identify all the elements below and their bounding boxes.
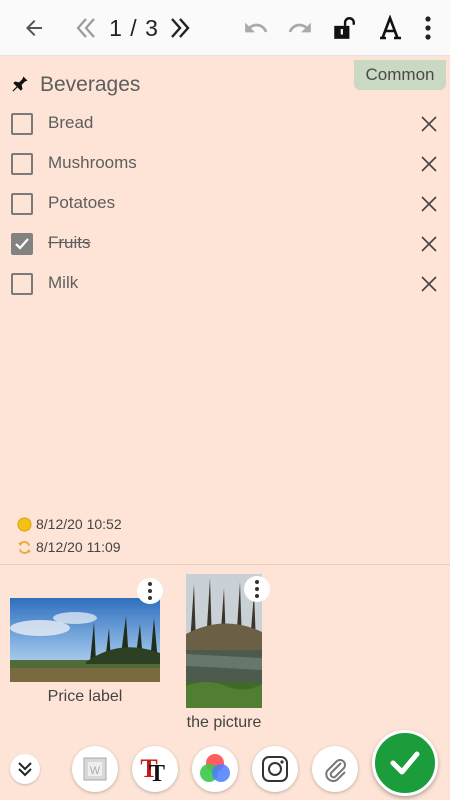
previous-page-button[interactable]	[68, 8, 104, 48]
svg-text:W: W	[90, 765, 101, 777]
item-label[interactable]: Potatoes	[48, 193, 115, 213]
attachment-caption[interactable]: the picture	[170, 714, 278, 732]
checkbox-checked[interactable]	[11, 233, 33, 255]
delete-item-icon[interactable]	[420, 275, 438, 293]
double-chevron-down-icon	[18, 762, 32, 777]
camera-icon	[262, 756, 288, 782]
attachment-menu-button[interactable]	[137, 578, 163, 604]
item-label[interactable]: Milk	[48, 273, 78, 293]
insert-document-button[interactable]: W	[72, 746, 118, 792]
more-vert-icon	[425, 16, 431, 40]
save-button[interactable]	[372, 730, 438, 796]
item-label[interactable]: Bread	[48, 113, 93, 133]
bottom-action-bar: W T T	[0, 730, 450, 800]
more-options-button[interactable]	[414, 8, 442, 48]
attachment-menu-button[interactable]	[244, 576, 270, 602]
paperclip-icon	[325, 759, 346, 783]
top-toolbar: 1 / 3	[0, 0, 450, 56]
delete-item-icon[interactable]	[420, 195, 438, 213]
created-dot-icon	[17, 516, 32, 532]
item-label[interactable]: Fruits	[48, 233, 91, 253]
pin-icon	[12, 76, 28, 92]
double-chevron-left-icon	[76, 18, 95, 38]
lock-button[interactable]	[326, 8, 362, 48]
checkbox[interactable]	[11, 153, 33, 175]
checkmark-icon	[390, 751, 420, 775]
checklist-item[interactable]: Potatoes	[0, 184, 450, 224]
checkbox[interactable]	[11, 193, 33, 215]
checklist-item[interactable]: Mushrooms	[0, 144, 450, 184]
checklist-item[interactable]: Bread	[0, 104, 450, 144]
redo-button[interactable]	[282, 8, 318, 48]
back-arrow-icon	[26, 20, 42, 36]
redo-icon	[288, 22, 311, 33]
color-picker-button[interactable]	[192, 746, 238, 792]
attachment-caption[interactable]: Price label	[10, 688, 160, 706]
checkmark-icon	[15, 238, 29, 250]
delete-item-icon[interactable]	[420, 235, 438, 253]
back-button[interactable]	[14, 8, 54, 48]
undo-icon	[245, 22, 268, 33]
font-format-icon	[380, 15, 401, 40]
page-indicator: 1 / 3	[109, 15, 159, 41]
double-chevron-right-icon	[171, 18, 190, 38]
delete-item-icon[interactable]	[420, 155, 438, 173]
note-title[interactable]: Beverages	[40, 73, 140, 97]
camera-button[interactable]	[252, 746, 298, 792]
landscape-thumbnail[interactable]	[10, 598, 160, 682]
checkbox[interactable]	[11, 113, 33, 135]
sync-icon	[17, 540, 32, 554]
insert-text-button[interactable]: T T	[132, 746, 178, 792]
attachments-divider	[0, 564, 450, 565]
modified-date: 8/12/20 11:09	[36, 539, 121, 555]
checklist-item[interactable]: Milk	[0, 264, 450, 304]
undo-button[interactable]	[238, 8, 274, 48]
item-label[interactable]: Mushrooms	[48, 153, 137, 173]
attachment-price-label[interactable]: Price label	[10, 578, 163, 712]
delete-item-icon[interactable]	[420, 115, 438, 133]
collapse-button[interactable]	[10, 754, 40, 784]
modified-timestamp: 8/12/20 11:09	[17, 539, 121, 555]
color-circles-icon	[200, 754, 230, 782]
note-title-row: Beverages	[0, 66, 450, 104]
checkbox[interactable]	[11, 273, 33, 295]
created-timestamp: 8/12/20 10:52	[17, 516, 122, 532]
text-style-icon: T T	[140, 754, 165, 785]
document-icon: W	[83, 757, 107, 781]
attachment-the-picture[interactable]: the picture	[178, 574, 276, 732]
unlocked-padlock-icon	[334, 17, 355, 39]
pin-button[interactable]	[10, 74, 30, 99]
next-page-button[interactable]	[162, 8, 198, 48]
text-format-button[interactable]	[372, 8, 408, 48]
created-date: 8/12/20 10:52	[36, 516, 122, 532]
attach-file-button[interactable]	[312, 746, 358, 792]
checklist-item[interactable]: Fruits	[0, 224, 450, 264]
svg-text:T: T	[149, 761, 165, 785]
